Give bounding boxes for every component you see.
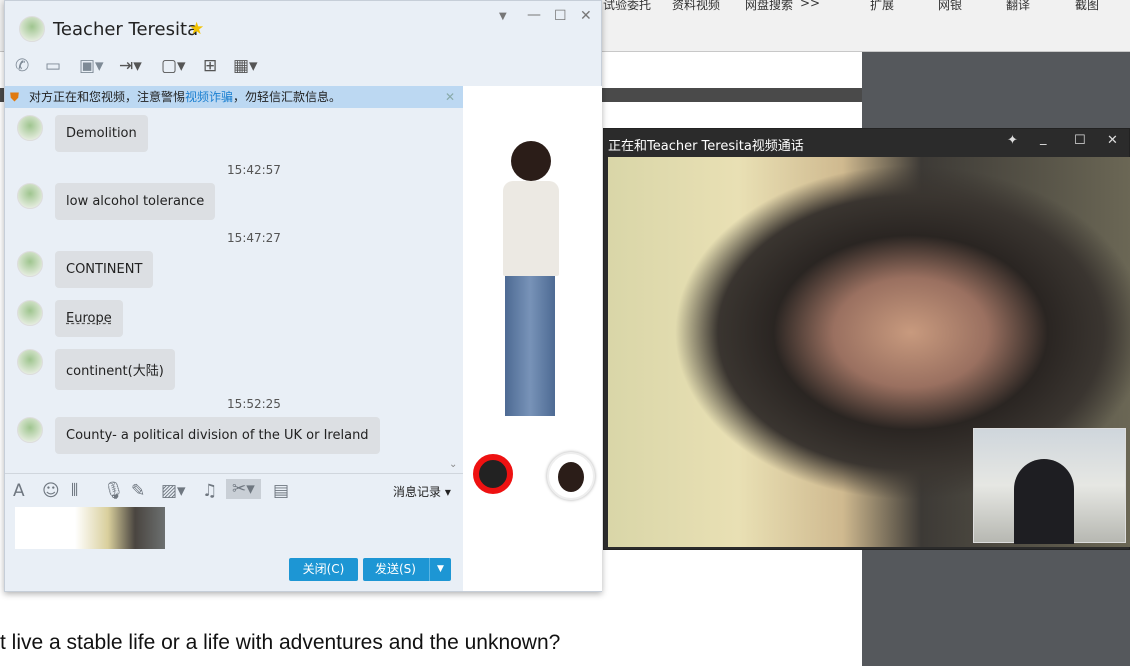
bookmark[interactable]: 试验委托 (603, 0, 651, 13)
apps-icon[interactable]: ▦▾ (233, 56, 258, 76)
qq-penguin-icon[interactable] (473, 454, 513, 494)
contact-avatar[interactable] (19, 16, 45, 42)
pasted-screenshot-image[interactable] (15, 507, 165, 549)
message-bubble: low alcohol tolerance (55, 183, 216, 220)
minimize-button[interactable]: _ (1040, 131, 1047, 146)
send-file-icon[interactable]: ⇥▾ (119, 56, 142, 76)
message: County- a political division of the UK o… (17, 417, 380, 454)
message-bubble: CONTINENT (55, 251, 154, 288)
sender-avatar[interactable] (17, 183, 43, 209)
timestamp: 15:52:25 (227, 397, 281, 411)
divider (5, 473, 463, 474)
message: continent(大陆) (17, 349, 175, 390)
shield-warning-icon: ⛊ (10, 90, 20, 104)
tool-extensions[interactable]: 扩展 (870, 0, 894, 13)
message-history-button[interactable]: 消息记录 ▾ (393, 483, 451, 500)
tool-translate[interactable]: 翻译 (1006, 0, 1030, 13)
dropdown-icon[interactable]: ▼ (499, 11, 507, 22)
tool-ebank[interactable]: 网银 (938, 0, 962, 13)
bookmark[interactable]: 网盘搜索 (745, 0, 793, 13)
send-label: 发送(S) (375, 562, 416, 576)
scroll-down-icon[interactable]: ⌄ (449, 459, 457, 470)
phone-icon[interactable]: ✆ (15, 56, 29, 76)
close-button[interactable]: ✕ (580, 8, 592, 24)
more-bookmarks[interactable]: >> (800, 0, 820, 10)
my-avatar[interactable] (547, 452, 595, 500)
image-icon[interactable]: ▨▾ (161, 481, 186, 501)
video-call-icon[interactable]: ▭ (45, 56, 61, 76)
message-bubble: Europe (55, 300, 123, 337)
message-bubble: Demolition (55, 115, 148, 152)
bookmark[interactable]: 资料视频 (672, 0, 720, 13)
red-packet-icon[interactable]: ▤ (273, 481, 289, 501)
sender-avatar[interactable] (17, 349, 43, 375)
contact-show-panel (463, 86, 602, 591)
warning-text: ，勿轻信汇款信息。 (233, 90, 342, 104)
local-video-preview[interactable] (973, 428, 1126, 544)
remote-desktop-icon[interactable]: ▢▾ (161, 56, 186, 76)
sender-avatar[interactable] (17, 417, 43, 443)
close-button[interactable]: ✕ (1107, 133, 1118, 148)
shake-icon[interactable]: ⫴ (71, 481, 78, 501)
character-body (503, 181, 559, 276)
maximize-button[interactable]: ☐ (554, 8, 567, 24)
tool-screenshot[interactable]: 截图 (1075, 0, 1099, 13)
minimize-button[interactable]: — (527, 7, 541, 23)
font-icon[interactable]: A (13, 481, 25, 501)
music-icon[interactable]: ♫ (202, 481, 217, 501)
message-bubble: County- a political division of the UK o… (55, 417, 380, 454)
character-head (511, 141, 551, 181)
message-list[interactable]: Demolition 15:42:57 low alcohol toleranc… (5, 109, 463, 473)
character-legs (505, 276, 555, 416)
send-options-icon[interactable]: ▼ (429, 558, 451, 581)
fraud-warning-bar: ⛊ 对方正在和您视频，注意警惕视频诈骗，勿轻信汇款信息。 ✕ (5, 86, 463, 108)
star-icon: ★ (189, 19, 205, 39)
screenshot-scissors-icon[interactable]: ✂▾ (226, 479, 261, 499)
message: Europe (17, 300, 123, 337)
maximize-button[interactable]: ☐ (1074, 133, 1086, 148)
timestamp: 15:47:27 (227, 231, 281, 245)
sender-avatar[interactable] (17, 115, 43, 141)
new-discussion-icon[interactable]: ⊞ (203, 56, 217, 76)
document-text: t live a stable life or a life with adve… (0, 631, 561, 654)
send-button[interactable]: 发送(S) ▼ (363, 558, 451, 581)
video-call-title: 正在和Teacher Teresita视频通话 (608, 139, 804, 154)
message: CONTINENT (17, 251, 154, 288)
history-label: 消息记录 (393, 485, 442, 499)
microphone-icon[interactable]: 🎙 (103, 481, 125, 501)
timestamp: 15:42:57 (227, 163, 281, 177)
contact-name: Teacher Teresita (53, 19, 199, 40)
remote-video-feed (608, 157, 1130, 547)
close-notice-icon[interactable]: ✕ (445, 86, 455, 108)
qq-chat-window: Teacher Teresita ★ ▼ — ☐ ✕ ✆ ▭ ▣▾ ⇥▾ ▢▾ … (4, 0, 602, 592)
pin-icon[interactable]: ✦ (1007, 133, 1018, 148)
input-toolbar: A ☺ ⫴ 🎙 ✎ ▨▾ ♫ ✂▾ ▤ 消息记录 ▾ (5, 477, 463, 505)
video-call-window: 正在和Teacher Teresita视频通话 ✦ _ ☐ ✕ (603, 128, 1130, 550)
sender-avatar[interactable] (17, 300, 43, 326)
sender-avatar[interactable] (17, 251, 43, 277)
fraud-link[interactable]: 视频诈骗 (185, 90, 233, 104)
warning-text: 对方正在和您视频，注意警惕 (29, 90, 186, 104)
pen-icon[interactable]: ✎ (131, 481, 145, 501)
message-bubble: continent(大陆) (55, 349, 175, 390)
close-chat-button[interactable]: 关闭(C) (289, 558, 358, 581)
message: low alcohol tolerance (17, 183, 216, 220)
message: Demolition (17, 115, 148, 152)
share-screen-icon[interactable]: ▣▾ (79, 56, 104, 76)
emoji-icon[interactable]: ☺ (42, 481, 60, 501)
